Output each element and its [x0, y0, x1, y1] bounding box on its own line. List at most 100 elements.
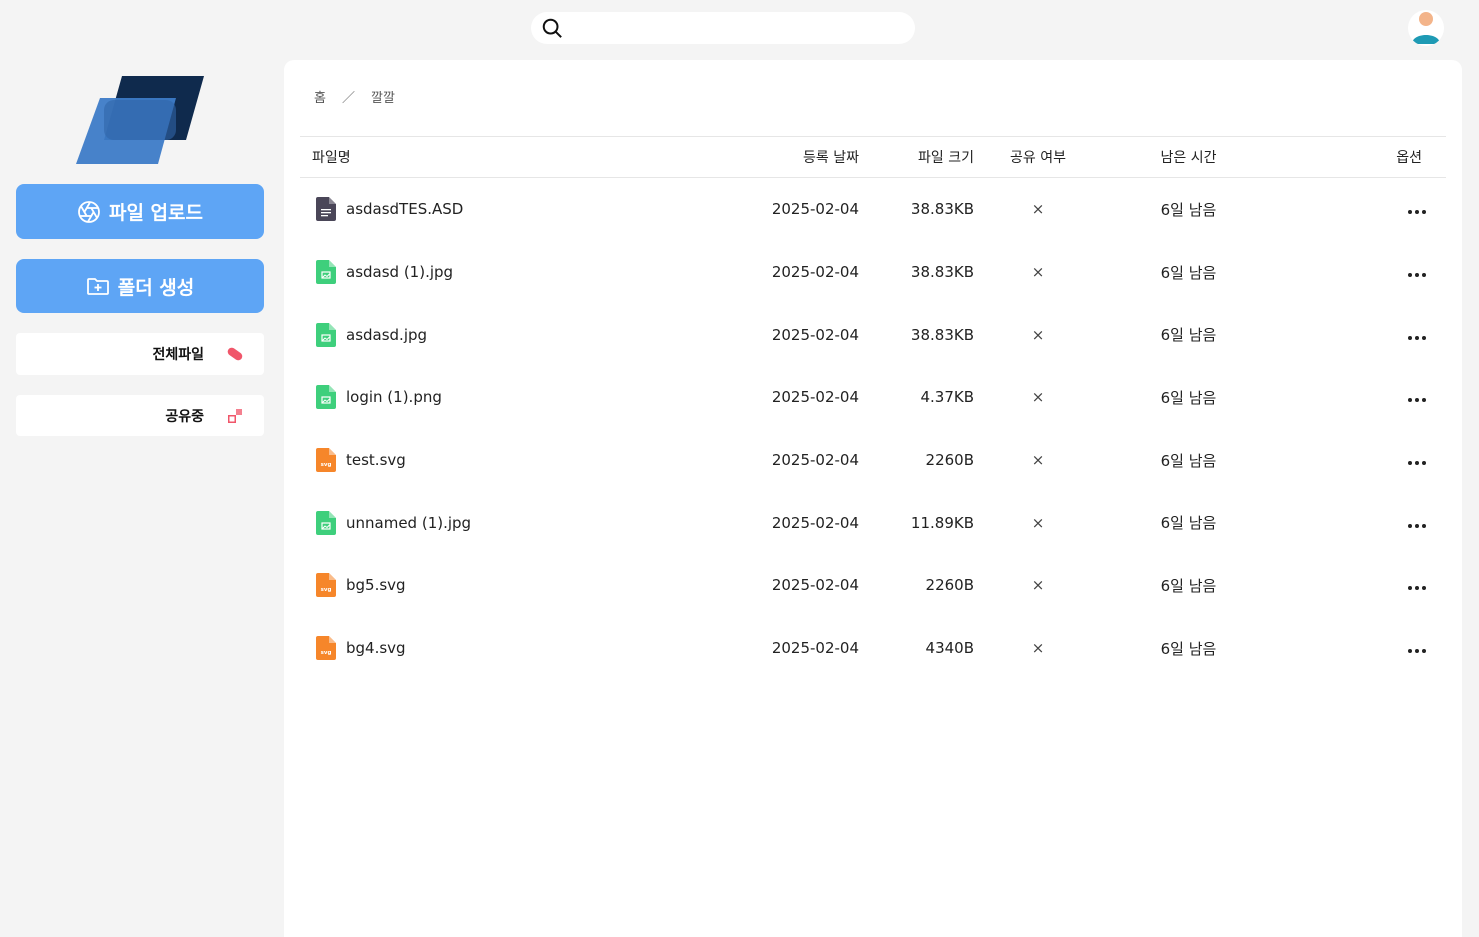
more-options-icon[interactable] — [1404, 206, 1430, 218]
image-file-icon — [316, 385, 336, 410]
svg-text:svg: svg — [321, 462, 332, 468]
file-name-cell[interactable]: asdasd (1).jpg — [300, 260, 680, 285]
header-date[interactable]: 등록 날짜 — [680, 147, 859, 167]
file-browser-panel: 홈 ／ 깔깔 파일명 등록 날짜 파일 크기 공유 여부 남은 시간 옵션 as… — [284, 60, 1462, 937]
remaining-time: 6일 남음 — [1160, 326, 1217, 345]
more-options-icon[interactable] — [1404, 645, 1430, 657]
more-options-icon[interactable] — [1404, 394, 1430, 406]
more-options-icon[interactable] — [1404, 520, 1430, 532]
header-options: 옵션 — [1396, 150, 1422, 166]
share-status: × — [1031, 451, 1045, 470]
file-size: 2260B — [925, 451, 974, 470]
pill-icon — [226, 345, 244, 363]
file-date: 2025-02-04 — [771, 325, 859, 344]
upload-file-button[interactable]: 파일 업로드 — [16, 184, 264, 239]
search-icon[interactable] — [541, 17, 563, 39]
search-input[interactable] — [563, 12, 915, 44]
options-cell — [1275, 639, 1446, 657]
file-size: 4.37KB — [920, 388, 974, 407]
more-options-icon[interactable] — [1404, 269, 1430, 281]
table-body: asdasdTES.ASD 2025-02-04 38.83KB × 6일 남음 asda… — [300, 178, 1446, 680]
options-cell — [1275, 388, 1446, 406]
sidebar-item-label: 공유중 — [165, 408, 204, 425]
image-file-icon — [316, 322, 336, 347]
remaining-time: 6일 남음 — [1160, 639, 1217, 658]
image-file-icon — [316, 260, 336, 285]
share-status: × — [1031, 200, 1045, 219]
file-size: 38.83KB — [910, 325, 974, 344]
remaining-time: 6일 남음 — [1160, 200, 1217, 219]
file-size: 4340B — [925, 639, 974, 658]
file-table: 파일명 등록 날짜 파일 크기 공유 여부 남은 시간 옵션 asdasdTES… — [300, 136, 1446, 680]
sidebar-item-shared[interactable]: 공유중 — [16, 395, 264, 436]
sidebar-item-all-files[interactable]: 전체파일 — [16, 333, 264, 375]
file-size: 38.83KB — [910, 200, 974, 219]
table-row[interactable]: unnamed (1).jpg 2025-02-04 11.89KB × 6일 남음 — [300, 491, 1446, 554]
svg-file-icon: svg — [316, 636, 336, 661]
file-name: asdasd (1).jpg — [346, 263, 454, 282]
app-logo — [74, 74, 206, 166]
file-name-cell[interactable]: svg test.svg — [300, 448, 680, 473]
file-date: 2025-02-04 — [771, 639, 859, 658]
file-size: 38.83KB — [910, 263, 974, 282]
image-file-icon — [316, 510, 336, 535]
table-row[interactable]: svg test.svg 2025-02-04 2260B × 6일 남음 — [300, 429, 1446, 492]
table-row[interactable]: asdasdTES.ASD 2025-02-04 38.83KB × 6일 남음 — [300, 178, 1446, 241]
table-row[interactable]: asdasd.jpg 2025-02-04 38.83KB × 6일 남음 — [300, 303, 1446, 366]
file-size: 11.89KB — [910, 513, 974, 532]
aperture-icon — [77, 200, 101, 224]
file-date: 2025-02-04 — [771, 513, 859, 532]
remaining-time: 6일 남음 — [1160, 514, 1217, 533]
svg-text:svg: svg — [321, 650, 332, 656]
share-status: × — [1031, 513, 1045, 532]
file-date: 2025-02-04 — [771, 200, 859, 219]
more-options-icon[interactable] — [1404, 332, 1430, 344]
file-name-cell[interactable]: asdasdTES.ASD — [300, 197, 680, 222]
document-file-icon — [316, 197, 336, 222]
share-status: × — [1031, 263, 1045, 282]
svg-file-icon: svg — [316, 573, 336, 598]
folder-plus-icon — [86, 274, 110, 298]
share-status: × — [1031, 325, 1045, 344]
table-row[interactable]: asdasd (1).jpg 2025-02-04 38.83KB × 6일 남음 — [300, 241, 1446, 304]
file-name-cell[interactable]: svg bg5.svg — [300, 573, 680, 598]
file-size: 2260B — [925, 576, 974, 595]
header-name[interactable]: 파일명 — [300, 147, 680, 167]
file-name: login (1).png — [346, 388, 442, 407]
sidebar-item-label: 전체파일 — [152, 347, 204, 363]
file-name: asdasd.jpg — [346, 325, 428, 344]
options-cell — [1275, 451, 1446, 469]
options-cell — [1275, 326, 1446, 344]
remaining-time: 6일 남음 — [1160, 451, 1217, 470]
upload-file-label: 파일 업로드 — [108, 202, 203, 224]
breadcrumb: 홈 ／ 깔깔 — [314, 87, 395, 106]
header-share[interactable]: 공유 여부 — [974, 147, 1102, 167]
breadcrumb-home[interactable]: 홈 — [314, 87, 326, 106]
file-date: 2025-02-04 — [771, 388, 859, 407]
table-row[interactable]: login (1).png 2025-02-04 4.37KB × 6일 남음 — [300, 366, 1446, 429]
remaining-time: 6일 남음 — [1160, 388, 1217, 407]
file-name-cell[interactable]: unnamed (1).jpg — [300, 510, 680, 535]
more-options-icon[interactable] — [1404, 457, 1430, 469]
file-name-cell[interactable]: asdasd.jpg — [300, 322, 680, 347]
file-name-cell[interactable]: svg bg4.svg — [300, 636, 680, 661]
header-remaining[interactable]: 남은 시간 — [1102, 147, 1275, 167]
search-bar[interactable] — [531, 12, 915, 44]
user-avatar-icon[interactable] — [1408, 10, 1444, 46]
file-name-cell[interactable]: login (1).png — [300, 385, 680, 410]
table-row[interactable]: svg bg4.svg 2025-02-04 4340B × 6일 남음 — [300, 617, 1446, 680]
remaining-time: 6일 남음 — [1160, 263, 1217, 282]
file-name: unnamed (1).jpg — [346, 513, 472, 532]
breadcrumb-current[interactable]: 깔깔 — [371, 87, 395, 106]
more-options-icon[interactable] — [1404, 582, 1430, 594]
create-folder-button[interactable]: 폴더 생성 — [16, 259, 264, 313]
create-folder-label: 폴더 생성 — [117, 276, 195, 299]
table-row[interactable]: svg bg5.svg 2025-02-04 2260B × 6일 남음 — [300, 554, 1446, 617]
header-size[interactable]: 파일 크기 — [859, 147, 974, 167]
svg-text:svg: svg — [321, 587, 332, 593]
file-name: bg4.svg — [346, 639, 406, 658]
svg-file-icon: svg — [316, 448, 336, 473]
share-icon — [226, 407, 244, 425]
options-cell — [1275, 576, 1446, 594]
share-status: × — [1031, 388, 1045, 407]
